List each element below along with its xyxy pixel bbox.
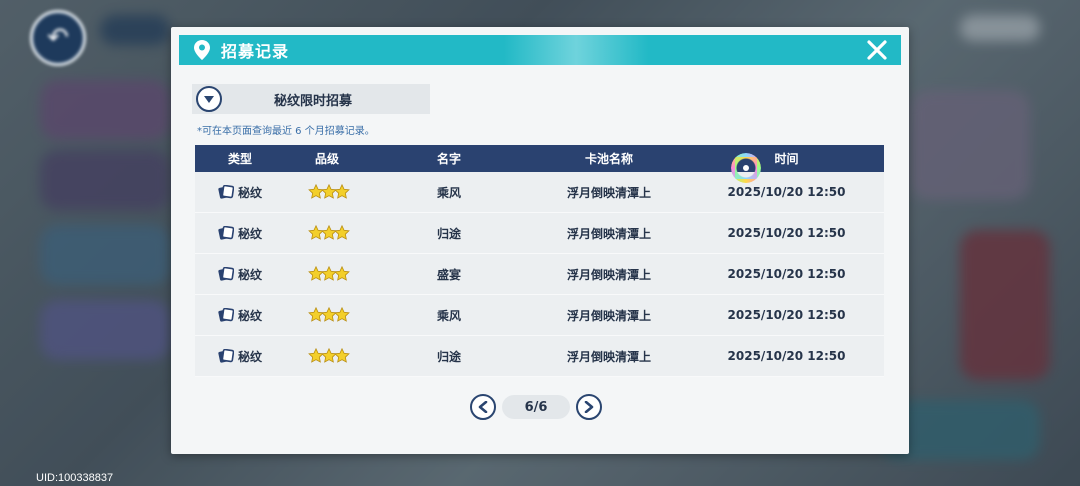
cell-type-label: 秘纹 <box>237 185 262 200</box>
cell-rarity <box>285 224 369 241</box>
card-type-icon <box>218 184 235 199</box>
chevron-left-icon <box>478 401 488 413</box>
header-time: 时间 <box>774 152 799 166</box>
cell-time: 2025/10/20 12:50 <box>727 226 846 240</box>
header-type: 类型 <box>227 152 252 166</box>
dialog-title-bar: 招募记录 <box>179 35 901 65</box>
table-row: 秘纹 归途 浮月倒映清潭上 2025/10/20 12:50 <box>195 336 884 377</box>
star-icon <box>333 183 350 200</box>
cell-type-label: 秘纹 <box>237 226 262 241</box>
back-button[interactable]: ↶ <box>30 10 86 66</box>
star-icon <box>333 306 350 323</box>
back-arrow-icon: ↶ <box>47 23 69 53</box>
cell-name: 归途 <box>436 349 461 364</box>
page-indicator: 6/6 <box>502 395 570 419</box>
header-pool: 卡池名称 <box>584 152 633 166</box>
cell-rarity <box>285 183 369 200</box>
cell-name: 盛宴 <box>436 267 461 282</box>
card-type-icon <box>218 348 235 363</box>
cell-type-label: 秘纹 <box>237 267 262 282</box>
cell-type: 秘纹 <box>195 307 285 324</box>
prev-page-button[interactable] <box>470 394 496 420</box>
cell-pool: 浮月倒映清潭上 <box>566 267 651 282</box>
cell-type: 秘纹 <box>195 266 285 283</box>
table-row: 秘纹 盛宴 浮月倒映清潭上 2025/10/20 12:50 <box>195 254 884 295</box>
table-body: 秘纹 乘风 浮月倒映清潭上 2025/10/20 12:50 秘纹 归途 浮月倒映清潭上 20… <box>195 172 884 377</box>
card-type-icon <box>218 225 235 240</box>
cell-pool: 浮月倒映清潭上 <box>566 308 651 323</box>
touch-cursor-dot <box>743 165 749 171</box>
card-type-icon <box>218 266 235 281</box>
cell-name: 乘风 <box>436 185 461 200</box>
pool-selector-dropdown[interactable]: 秘纹限时招募 <box>192 84 430 114</box>
cell-rarity <box>285 347 369 364</box>
record-range-note: *可在本页面查询最近 6 个月招募记录。 <box>197 126 375 137</box>
chevron-right-icon <box>584 401 594 413</box>
cell-time: 2025/10/20 12:50 <box>727 267 846 281</box>
table-row: 秘纹 乘风 浮月倒映清潭上 2025/10/20 12:50 <box>195 172 884 213</box>
header-rarity: 品级 <box>314 152 339 166</box>
cell-time: 2025/10/20 12:50 <box>727 308 846 322</box>
cell-pool: 浮月倒映清潭上 <box>566 185 651 200</box>
cell-type-label: 秘纹 <box>237 308 262 323</box>
star-icon <box>333 347 350 364</box>
uid-label: UID:100338837 <box>36 472 114 484</box>
recruit-record-dialog: 招募记录 秘纹限时招募 *可在本页面查询最近 6 个月招募记录。 类型 品级 名… <box>171 27 909 454</box>
table-row: 秘纹 归途 浮月倒映清潭上 2025/10/20 12:50 <box>195 213 884 254</box>
cell-time: 2025/10/20 12:50 <box>727 185 846 199</box>
cell-time: 2025/10/20 12:50 <box>727 349 846 363</box>
pagination: 6/6 <box>470 393 602 421</box>
table-row: 秘纹 乘风 浮月倒映清潭上 2025/10/20 12:50 <box>195 295 884 336</box>
cell-name: 归途 <box>436 226 461 241</box>
dialog-title: 招募记录 <box>221 42 290 61</box>
star-icon <box>333 224 350 241</box>
cell-type: 秘纹 <box>195 184 285 201</box>
close-icon[interactable] <box>863 36 891 64</box>
cell-type: 秘纹 <box>195 225 285 242</box>
recruit-record-table: 类型 品级 名字 卡池名称 时间 秘纹 乘风 浮月倒映清潭上 2025/10/20 1… <box>195 145 884 377</box>
chevron-down-icon <box>196 86 222 112</box>
table-header: 类型 品级 名字 卡池名称 时间 <box>195 145 884 172</box>
card-type-icon <box>218 307 235 322</box>
star-icon <box>333 265 350 282</box>
cell-rarity <box>285 265 369 282</box>
cell-type-label: 秘纹 <box>237 349 262 364</box>
cell-pool: 浮月倒映清潭上 <box>566 349 651 364</box>
location-pin-icon <box>191 39 213 61</box>
cell-pool: 浮月倒映清潭上 <box>566 226 651 241</box>
pool-selector-label: 秘纹限时招募 <box>273 93 352 109</box>
cell-rarity <box>285 306 369 323</box>
next-page-button[interactable] <box>576 394 602 420</box>
header-name: 名字 <box>436 152 461 166</box>
cell-type: 秘纹 <box>195 348 285 365</box>
cell-name: 乘风 <box>436 308 461 323</box>
